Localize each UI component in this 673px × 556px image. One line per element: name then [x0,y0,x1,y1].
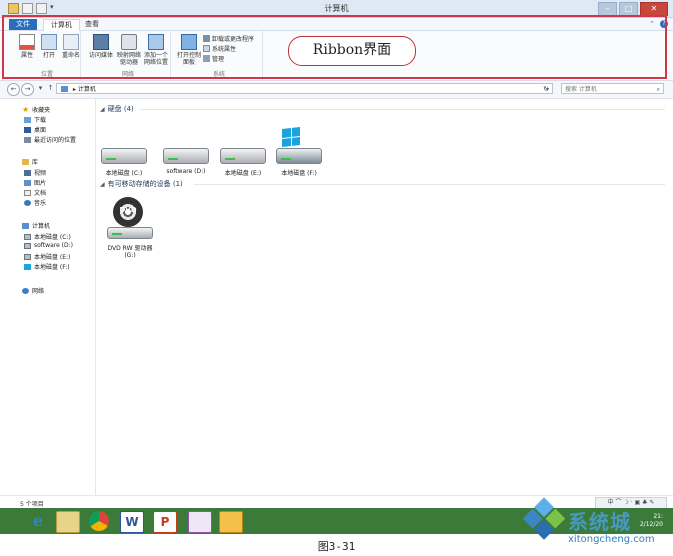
explorer-window: ▾ 计算机 – □ ✕ 文件 计算机 查看 ⌃ ? 属性 打开 重命名 位置 访… [0,0,673,534]
downloads-icon [24,116,31,123]
library-icon [22,158,29,165]
nav-network[interactable]: 网络 [22,286,44,295]
file-explorer-icon[interactable] [56,511,80,533]
close-button[interactable]: ✕ [640,2,668,16]
nav-item-drive-c[interactable]: 本地磁盘 (C:) [24,232,71,241]
drive-item-d[interactable]: software (D:) [158,128,214,175]
internet-explorer-icon[interactable]: e [27,511,49,531]
collapse-arrow-icon[interactable]: ◢ [100,106,105,113]
refresh-icon[interactable]: ↻ [541,84,551,94]
figure-caption: 图3-31 [317,540,356,553]
chrome-icon[interactable] [89,511,109,531]
word-icon[interactable]: W [120,511,144,533]
window-controls: – □ ✕ [598,2,668,16]
network-icon [22,287,29,294]
hard-drive-icon [101,128,147,164]
computer-icon [22,222,29,229]
drive-item-dvd[interactable]: DVD DVD RW 驱动器 (G:) [100,197,160,259]
nav-item-downloads[interactable]: 下载 [24,115,46,124]
nav-item-drive-e[interactable]: 本地磁盘 (E:) [24,252,70,261]
windows-drive-icon [24,263,31,270]
nav-item-documents[interactable]: 文档 [24,188,46,197]
nav-computer[interactable]: 计算机 [22,221,50,230]
search-input[interactable]: 搜索 计算机 ⌕ [561,83,664,94]
section-divider [140,109,665,110]
forward-button[interactable]: → [21,83,34,96]
nav-item-videos[interactable]: 视频 [24,168,46,177]
nav-favorites[interactable]: ★ 收藏夹 [22,105,50,114]
nav-libraries[interactable]: 库 [22,157,38,166]
drive-icon [24,253,31,260]
video-icon [24,169,31,176]
nav-item-drive-d[interactable]: software (D:) [24,242,73,249]
music-icon [24,199,31,206]
search-icon[interactable]: ⌕ [657,84,660,95]
section-removable[interactable]: ◢ 有可移动存储的设备 (1) [100,179,183,189]
dvd-drive-icon: DVD [107,197,153,239]
computer-icon [61,86,68,92]
picture-icon [24,179,31,186]
drive-item-e[interactable]: 本地磁盘 (E:) [215,128,271,177]
nav-item-pictures[interactable]: 图片 [24,178,46,187]
drive-icon [24,242,31,249]
address-row: ← → ▾ ↑ ▸ 计算机 ▾ ↻ 搜索 计算机 ⌕ [0,81,673,99]
nav-item-recent-places[interactable]: 最近访问的位置 [24,135,76,144]
window-title: 计算机 [324,4,349,13]
breadcrumb-computer[interactable]: 计算机 [78,86,96,93]
ribbon-callout: Ribbon界面 [288,36,416,66]
collapse-arrow-icon[interactable]: ◢ [100,181,105,188]
up-arrow-icon[interactable]: ↑ [45,83,56,94]
navigation-pane: ★ 收藏夹 下载 桌面 最近访问的位置 库 视频 图片 文档 音乐 计算机 本地… [0,99,96,495]
sticky-notes-icon[interactable] [219,511,243,533]
drive-item-f[interactable]: 本地磁盘 (F:) [271,127,327,177]
hard-drive-icon [163,128,209,164]
star-icon: ★ [22,104,30,114]
drive-icon [24,233,31,240]
back-button[interactable]: ← [7,83,20,96]
minimize-button[interactable]: – [598,2,617,16]
item-count: 5 个项目 [20,501,44,508]
content-pane: ◢ 硬盘 (4) 本地磁盘 (C:) software (D:) 本地磁盘 (E… [96,99,673,495]
document-icon [24,189,31,196]
watermark-brand: 系统城 [568,510,631,534]
nav-item-music[interactable]: 音乐 [24,198,46,207]
paint-icon[interactable] [188,511,212,533]
windows-drive-icon [276,127,322,164]
site-logo-icon [521,497,566,542]
maximize-button[interactable]: □ [619,2,638,16]
address-bar[interactable]: ▸ 计算机 ▾ [56,83,553,94]
drive-item-c[interactable]: 本地磁盘 (C:) [96,128,152,177]
section-hard-drives[interactable]: ◢ 硬盘 (4) [100,104,134,114]
windows-logo-icon [282,127,300,147]
desktop-icon [24,126,31,133]
hard-drive-icon [220,128,266,164]
recent-places-icon [24,136,31,143]
powerpoint-icon[interactable]: P [153,511,177,533]
section-divider [194,184,665,185]
nav-item-drive-f[interactable]: 本地磁盘 (F:) [24,262,70,271]
nav-item-desktop[interactable]: 桌面 [24,125,46,134]
